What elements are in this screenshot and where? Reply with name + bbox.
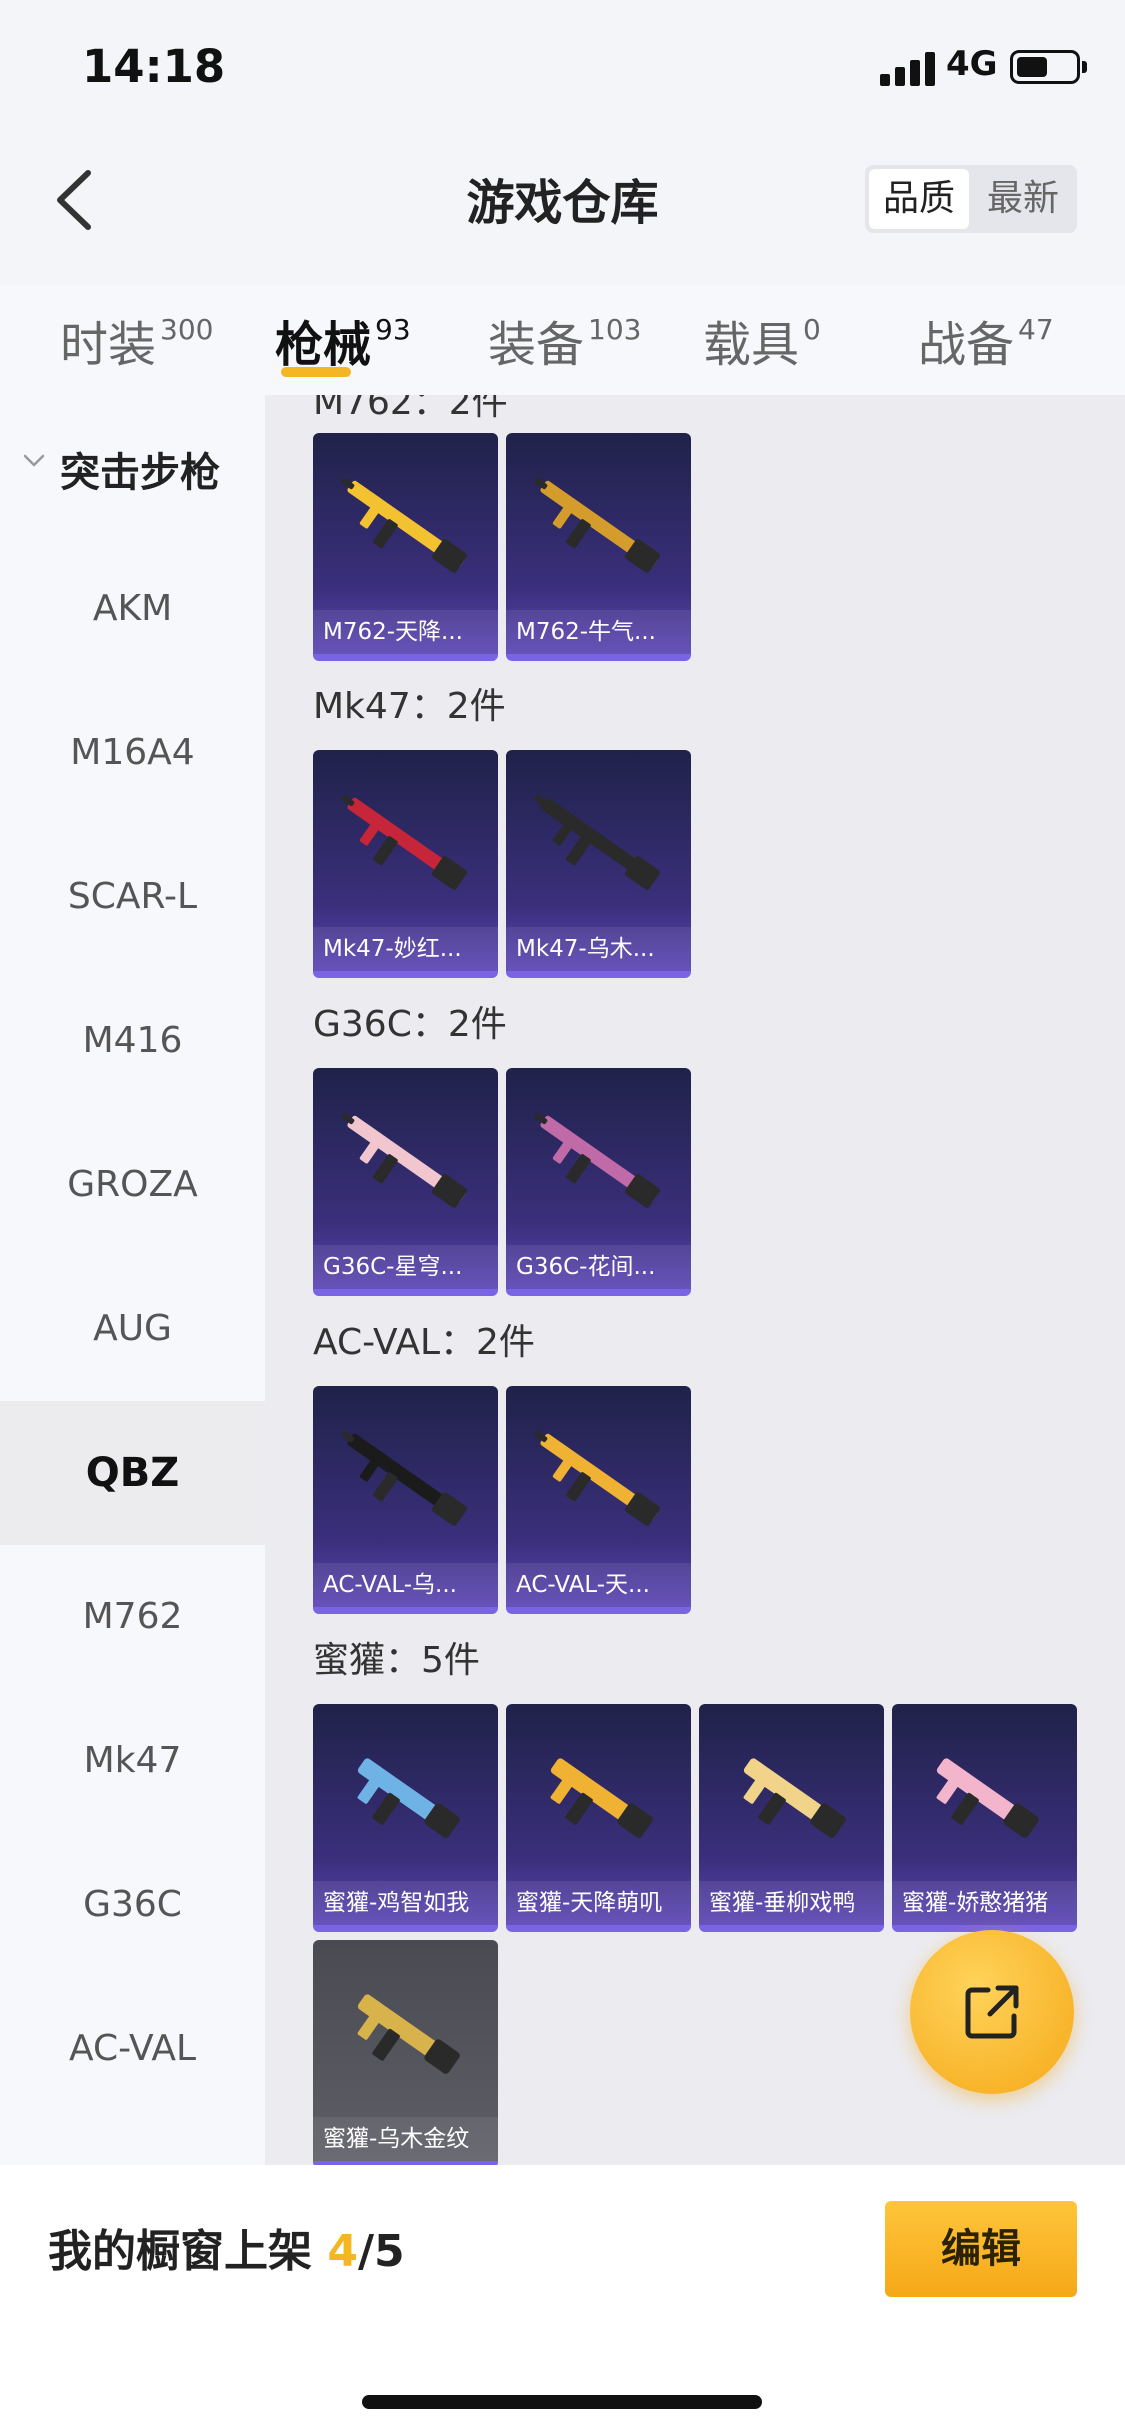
weapon-card-name: G36C-星穹... [313, 1245, 498, 1289]
tab-label: 装备 [488, 317, 585, 373]
rifle-icon [534, 1113, 661, 1208]
weapon-card-name: Mk47-妙红... [313, 927, 498, 971]
sidebar-item-mk47[interactable]: Mk47 [0, 1689, 265, 1833]
sort-by-quality[interactable]: 品质 [869, 169, 969, 229]
showcase-label: 我的橱窗上架 [48, 2226, 312, 2277]
weapon-card[interactable]: G36C-花间... [506, 1068, 691, 1296]
weapon-card[interactable]: 蜜獾-天降萌叽 [506, 1704, 691, 1932]
rifle-icon [534, 795, 661, 890]
weapon-card[interactable]: AC-VAL-天... [506, 1386, 691, 1614]
weapon-card[interactable]: M762-牛气... [506, 433, 691, 661]
battery-cap [1082, 61, 1087, 73]
weapon-card-name: 蜜獾-鸡智如我 [313, 1881, 498, 1925]
tab-label: 枪械 [275, 317, 372, 373]
group-title: M762：2件 [313, 395, 508, 423]
weapon-card-name: M762-天降... [313, 610, 498, 654]
weapon-card-name: AC-VAL-乌... [313, 1563, 498, 1607]
weapon-sidebar: 突击步枪 AKM M16A4 SCAR-L M416 GROZA AUG QBZ… [0, 395, 265, 2165]
sort-toggle: 品质 最新 [865, 165, 1077, 233]
sidebar-item-m416[interactable]: M416 [0, 969, 265, 1113]
smg-icon [743, 1758, 846, 1838]
group-title: AC-VAL：2件 [313, 1322, 535, 1363]
smg-icon [550, 1758, 653, 1838]
tab-count: 103 [588, 313, 642, 346]
smg-icon [357, 1994, 460, 2074]
group-title: 蜜獾：5件 [313, 1640, 480, 1681]
category-label: 突击步枪 [60, 450, 220, 496]
nav-header: 游戏仓库 品质 最新 [0, 135, 1125, 265]
sidebar-item-ac-val[interactable]: AC-VAL [0, 1977, 265, 2121]
weapon-card[interactable]: Mk47-乌木... [506, 750, 691, 978]
tab-vehicles[interactable]: 载具 0 [703, 305, 821, 385]
group-title: Mk47：2件 [313, 686, 506, 727]
sidebar-item-qbz[interactable]: QBZ [0, 1401, 265, 1545]
share-icon [965, 1985, 1019, 2039]
rifle-icon [534, 478, 661, 573]
tab-label: 时装 [60, 317, 157, 373]
tab-supplies[interactable]: 战备 47 [918, 305, 1054, 385]
weapon-card[interactable]: 蜜獾-娇憨猪猪 [892, 1704, 1077, 1932]
weapon-card[interactable]: 蜜獾-垂柳戏鸭 [699, 1704, 884, 1932]
weapon-card[interactable]: M762-天降... [313, 433, 498, 661]
weapon-card-name: 蜜獾-娇憨猪猪 [892, 1881, 1077, 1925]
weapon-card-name: AC-VAL-天... [506, 1563, 691, 1607]
sort-by-newest[interactable]: 最新 [973, 169, 1073, 229]
group-title: G36C：2件 [313, 1004, 507, 1045]
rifle-icon [534, 1431, 661, 1526]
home-indicator[interactable] [362, 2395, 762, 2409]
tab-count: 93 [375, 313, 411, 346]
tab-count: 300 [160, 313, 214, 346]
bottom-bar: 我的橱窗上架 4/5 编辑 [0, 2165, 1125, 2436]
weapon-card[interactable]: Mk47-妙红... [313, 750, 498, 978]
showcase-total-count: /5 [357, 2226, 405, 2277]
weapon-card-name: 蜜獾-垂柳戏鸭 [699, 1881, 884, 1925]
back-button[interactable] [48, 165, 108, 235]
weapon-card[interactable]: G36C-星穹... [313, 1068, 498, 1296]
edit-button[interactable]: 编辑 [885, 2201, 1077, 2297]
tab-count: 47 [1018, 313, 1054, 346]
category-header-assault-rifles[interactable]: 突击步枪 [0, 430, 265, 510]
sidebar-item-aug[interactable]: AUG [0, 1257, 265, 1401]
chevron-down-icon [23, 454, 45, 467]
sidebar-item-akm[interactable]: AKM [0, 537, 265, 681]
weapon-grid: M762：2件 M762-天降... M762-牛气... Mk47：2件 Mk… [265, 395, 1125, 2165]
weapon-card[interactable]: 蜜獾-鸡智如我 [313, 1704, 498, 1932]
showcase-status: 我的橱窗上架 4/5 [48, 2215, 405, 2279]
rifle-icon [341, 1431, 468, 1526]
weapon-card-name: 蜜獾-天降萌叽 [506, 1881, 691, 1925]
sidebar-item-scar-l[interactable]: SCAR-L [0, 825, 265, 969]
status-bar: 14:18 4G [0, 0, 1125, 135]
weapon-card[interactable]: AC-VAL-乌... [313, 1386, 498, 1614]
active-tab-indicator [281, 367, 351, 377]
tab-equipment[interactable]: 装备 103 [488, 305, 641, 385]
rifle-icon [341, 478, 468, 573]
sidebar-item-m762[interactable]: M762 [0, 1545, 265, 1689]
weapon-card-name: G36C-花间... [506, 1245, 691, 1289]
chevron-left-icon [57, 170, 91, 230]
rifle-icon [341, 1113, 468, 1208]
sidebar-item-groza[interactable]: GROZA [0, 1113, 265, 1257]
showcase-current-count: 4 [327, 2226, 358, 2277]
weapon-card-name: 蜜獾-乌木金纹 [313, 2117, 498, 2161]
share-button[interactable] [910, 1930, 1074, 2094]
category-tabs: 时装 300 枪械 93 装备 103 载具 0 战备 47 [0, 285, 1125, 395]
weapon-card-name: Mk47-乌木... [506, 927, 691, 971]
rifle-icon [341, 795, 468, 890]
app-screen: 14:18 4G 游戏仓库 品质 最新 时装300 枪械93 装备103 [0, 0, 1125, 2436]
sidebar-item-m16a4[interactable]: M16A4 [0, 681, 265, 825]
weapon-card-name: M762-牛气... [506, 610, 691, 654]
tab-label: 载具 [703, 317, 800, 373]
battery-icon [1010, 50, 1080, 84]
sidebar-item-g36c[interactable]: G36C [0, 1833, 265, 1977]
weapon-card[interactable]: 蜜獾-乌木金纹 [313, 1940, 498, 2165]
tab-label: 战备 [918, 317, 1015, 373]
smg-icon [357, 1758, 460, 1838]
tab-count: 0 [803, 313, 821, 346]
tab-firearms[interactable]: 枪械 93 [275, 305, 411, 385]
tab-fashion[interactable]: 时装 300 [60, 305, 213, 385]
status-time: 14:18 [82, 40, 226, 93]
smg-icon [936, 1758, 1039, 1838]
network-type: 4G [946, 44, 998, 84]
signal-icon [880, 52, 936, 86]
